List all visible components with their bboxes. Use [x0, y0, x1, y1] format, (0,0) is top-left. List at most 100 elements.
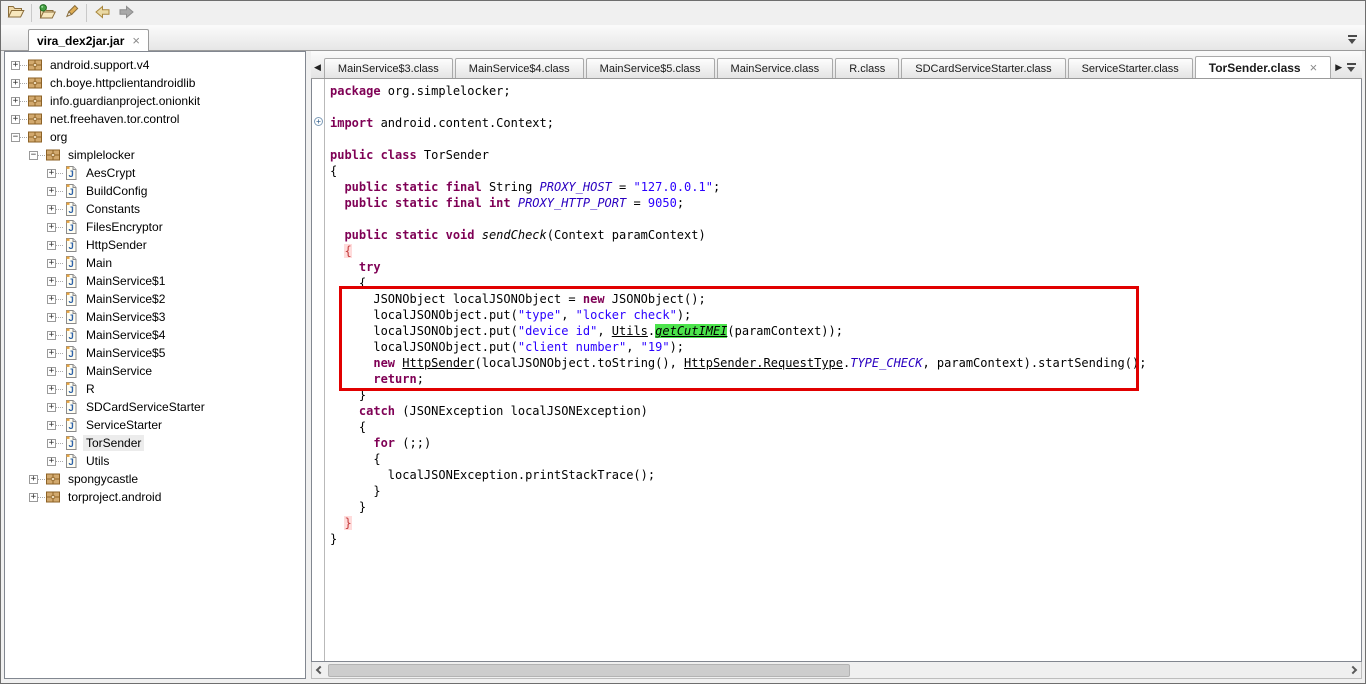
- code-text: [330, 372, 373, 386]
- scroll-left-icon[interactable]: [312, 663, 328, 678]
- tree-item-filesencryptor[interactable]: +JFilesEncryptor: [5, 218, 305, 236]
- expand-icon[interactable]: +: [47, 349, 56, 358]
- tab-mainservice-3-class[interactable]: MainService$3.class: [324, 58, 453, 78]
- expand-icon[interactable]: +: [47, 259, 56, 268]
- tree-item-android-support-v4[interactable]: +android.support.v4: [5, 56, 305, 74]
- expand-icon[interactable]: +: [11, 115, 20, 124]
- main-split: +android.support.v4+ch.boye.httpclientan…: [4, 51, 1362, 679]
- code-link[interactable]: HttpSender: [402, 356, 474, 370]
- tree-item-mainservice-5[interactable]: +JMainService$5: [5, 344, 305, 362]
- svg-text:J: J: [69, 385, 74, 396]
- expand-icon[interactable]: +: [47, 277, 56, 286]
- code-text: [330, 516, 344, 530]
- tab-list-icon[interactable]: [1347, 63, 1356, 72]
- expand-icon[interactable]: +: [29, 475, 38, 484]
- code-content[interactable]: package org.simplelocker;import android.…: [326, 79, 1361, 661]
- code-line: {: [330, 419, 1361, 435]
- code-text: [330, 180, 344, 194]
- expand-icon[interactable]: +: [47, 295, 56, 304]
- svg-text:J: J: [69, 313, 74, 324]
- expand-icon[interactable]: +: [47, 187, 56, 196]
- expand-icon[interactable]: +: [47, 421, 56, 430]
- tree-item-mainservice-1[interactable]: +JMainService$1: [5, 272, 305, 290]
- tree-item-ch-boye-httpclientandroidlib[interactable]: +ch.boye.httpclientandroidlib: [5, 74, 305, 92]
- code-text: PROXY_HTTP_PORT: [518, 196, 626, 210]
- tab-mainservice-class[interactable]: MainService.class: [717, 58, 834, 78]
- code-line: package org.simplelocker;: [330, 83, 1361, 99]
- code-text: new: [373, 356, 395, 370]
- tree-item-sdcardservicestarter[interactable]: +JSDCardServiceStarter: [5, 398, 305, 416]
- tree-item-org[interactable]: −org: [5, 128, 305, 146]
- tab-servicestarter-class[interactable]: ServiceStarter.class: [1068, 58, 1193, 78]
- scroll-right-icon[interactable]: [1345, 663, 1361, 678]
- expand-icon[interactable]: +: [47, 223, 56, 232]
- close-icon[interactable]: ×: [1310, 63, 1318, 73]
- open-file-button[interactable]: [4, 3, 28, 23]
- tree-item-mainservice-3[interactable]: +JMainService$3: [5, 308, 305, 326]
- code-text: localJSONException.printStackTrace();: [330, 468, 655, 482]
- code-line: localJSONException.printStackTrace();: [330, 467, 1361, 483]
- tree-item-torsender[interactable]: +JTorSender: [5, 434, 305, 452]
- expand-icon[interactable]: +: [11, 97, 20, 106]
- close-icon[interactable]: ×: [132, 36, 140, 46]
- expand-icon[interactable]: +: [11, 61, 20, 70]
- open-all-files-button[interactable]: [35, 3, 59, 23]
- tab-scroll-right-icon[interactable]: ▶: [1332, 62, 1345, 78]
- collapse-icon[interactable]: −: [29, 151, 38, 160]
- tree-item-httpsender[interactable]: +JHttpSender: [5, 236, 305, 254]
- search-button[interactable]: [59, 3, 83, 23]
- code-text: "19": [641, 340, 670, 354]
- tree-item-mainservice-4[interactable]: +JMainService$4: [5, 326, 305, 344]
- forward-button[interactable]: [114, 3, 138, 23]
- expand-icon[interactable]: +: [47, 439, 56, 448]
- tree-item-torproject-android[interactable]: +torproject.android: [5, 488, 305, 506]
- tab-scroll-left-icon[interactable]: ◀: [311, 62, 324, 78]
- open-file-icon: [7, 4, 25, 22]
- code-editor[interactable]: + package org.simplelocker;import androi…: [311, 79, 1362, 662]
- tree-item-buildconfig[interactable]: +JBuildConfig: [5, 182, 305, 200]
- expand-icon[interactable]: +: [47, 403, 56, 412]
- tree-item-net-freehaven-tor-control[interactable]: +net.freehaven.tor.control: [5, 110, 305, 128]
- tree-item-constants[interactable]: +JConstants: [5, 200, 305, 218]
- svg-text:J: J: [69, 187, 74, 198]
- tree-item-spongycastle[interactable]: +spongycastle: [5, 470, 305, 488]
- tab-jar-file[interactable]: vira_dex2jar.jar ×: [28, 29, 149, 51]
- tree-item-aescrypt[interactable]: +JAesCrypt: [5, 164, 305, 182]
- tab-mainservice-5-class[interactable]: MainService$5.class: [586, 58, 715, 78]
- tree-item-mainservice[interactable]: +JMainService: [5, 362, 305, 380]
- package-tree-panel[interactable]: +android.support.v4+ch.boye.httpclientan…: [4, 51, 306, 679]
- expand-icon[interactable]: +: [47, 169, 56, 178]
- code-link[interactable]: HttpSender.RequestType: [684, 356, 843, 370]
- fold-icon[interactable]: +: [314, 117, 323, 126]
- expand-icon[interactable]: +: [47, 205, 56, 214]
- horizontal-scrollbar[interactable]: [311, 662, 1362, 679]
- code-text: [330, 436, 373, 450]
- collapse-icon[interactable]: −: [11, 133, 20, 142]
- code-text: {: [330, 420, 366, 434]
- expand-icon[interactable]: +: [11, 79, 20, 88]
- code-text: JSONObject localJSONObject =: [330, 292, 583, 306]
- scrollbar-thumb[interactable]: [328, 664, 850, 677]
- expand-icon[interactable]: +: [47, 367, 56, 376]
- expand-icon[interactable]: +: [47, 385, 56, 394]
- tree-item-r[interactable]: +JR: [5, 380, 305, 398]
- tree-item-servicestarter[interactable]: +JServiceStarter: [5, 416, 305, 434]
- expand-icon[interactable]: +: [47, 331, 56, 340]
- expand-icon[interactable]: +: [47, 241, 56, 250]
- tab-torsender-class[interactable]: TorSender.class×: [1195, 56, 1331, 78]
- tab-r-class[interactable]: R.class: [835, 58, 899, 78]
- tree-item-utils[interactable]: +JUtils: [5, 452, 305, 470]
- tab-sdcardservicestarter-class[interactable]: SDCardServiceStarter.class: [901, 58, 1065, 78]
- expand-icon[interactable]: +: [47, 313, 56, 322]
- code-link[interactable]: Utils: [612, 324, 648, 338]
- tab-mainservice-4-class[interactable]: MainService$4.class: [455, 58, 584, 78]
- tree-item-mainservice-2[interactable]: +JMainService$2: [5, 290, 305, 308]
- code-link[interactable]: getCutIMEI: [655, 324, 727, 338]
- tree-item-info-guardianproject-onionkit[interactable]: +info.guardianproject.onionkit: [5, 92, 305, 110]
- tree-item-main[interactable]: +JMain: [5, 254, 305, 272]
- tab-list-icon[interactable]: [1348, 35, 1357, 44]
- back-button[interactable]: [90, 3, 114, 23]
- expand-icon[interactable]: +: [29, 493, 38, 502]
- expand-icon[interactable]: +: [47, 457, 56, 466]
- tree-item-simplelocker[interactable]: −simplelocker: [5, 146, 305, 164]
